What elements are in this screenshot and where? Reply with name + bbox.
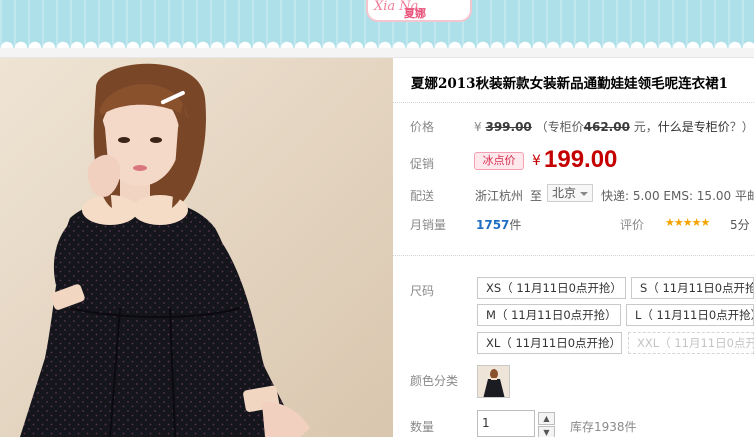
counter-price: 462.00 (583, 120, 630, 134)
product-page: Xia Na 夏娜 夏娜2013秋装新款女装新品通勤娃娃领毛呢连衣裙1 价格 ¥… (0, 0, 754, 437)
sku-divider (393, 255, 754, 256)
counter-price-close: ？） (729, 120, 754, 134)
rating-label: 评价 (620, 218, 645, 232)
yen-symbol: ¥ (474, 120, 482, 134)
product-photo-illustration (0, 58, 393, 437)
color-label: 颜色分类 (410, 374, 459, 388)
original-price-row: ¥ 399.00 （专柜价462.00 元，什么是专柜价？） (474, 118, 754, 135)
price-label: 价格 (410, 120, 435, 134)
size-option-l[interactable]: L（ 11月11日0点开抢） (626, 304, 754, 326)
counter-price-prefix: （专柜价 (535, 120, 584, 134)
original-price: 399.00 (485, 120, 532, 134)
monthly-sales-label: 月销量 (410, 218, 447, 232)
product-main-image[interactable] (0, 58, 393, 437)
counter-price-help-link[interactable]: 什么是专柜价 (658, 120, 730, 134)
shipping-to: 至 (530, 189, 543, 203)
shipping-label: 配送 (410, 189, 435, 203)
monthly-sales: 1757件 (476, 216, 521, 233)
rating-score: 5分 (730, 218, 750, 232)
chevron-down-icon (580, 192, 588, 196)
monthly-sales-count: 1757 (476, 218, 510, 232)
shop-logo[interactable]: Xia Na 夏娜 (366, 0, 472, 22)
promo-price: 199.00 (544, 146, 618, 173)
monthly-sales-unit: 件 (509, 218, 522, 232)
product-info-panel: 夏娜2013秋装新款女装新品通勤娃娃领毛呢连衣裙1 价格 ¥ 399.00 （专… (393, 58, 754, 437)
size-option-m[interactable]: M（ 11月11日0点开抢） (477, 304, 621, 326)
size-option-xl[interactable]: XL（ 11月11日0点开抢） (477, 332, 622, 354)
size-label: 尺码 (410, 284, 435, 298)
promo-yen-symbol: ¥ (532, 153, 541, 169)
rating-stars-icon[interactable]: ★★★★★ (665, 216, 710, 229)
quantity-input[interactable]: 1 (477, 410, 535, 437)
size-option-xxl: XXL（ 11月11日0点开抢） (628, 332, 754, 354)
destination-value: 北京 (552, 186, 577, 200)
counter-price-suffix: 元， (633, 120, 658, 134)
quantity-label: 数量 (410, 420, 435, 434)
nav-gap (0, 48, 754, 58)
color-option-swatch[interactable] (477, 365, 510, 398)
quantity-increase-button[interactable]: ▲ (538, 412, 555, 425)
size-option-s[interactable]: S（ 11月11日0点开抢） (631, 277, 754, 299)
promo-label: 促销 (410, 157, 435, 171)
size-option-xs[interactable]: XS（ 11月11日0点开抢） (477, 277, 626, 299)
shipping-fees: 快递: 5.00 EMS: 15.00 平邮 (601, 189, 754, 203)
title-divider (393, 102, 754, 103)
promo-badge: 冰点价 (474, 152, 524, 170)
stock-count: 库存1938件 (570, 420, 637, 434)
shop-banner: Xia Na 夏娜 (0, 0, 754, 48)
shop-logo-text: 夏娜 (404, 7, 426, 20)
dress-thumbnail-icon (478, 366, 509, 397)
product-title: 夏娜2013秋装新款女装新品通勤娃娃领毛呢连衣裙1 (411, 76, 728, 92)
destination-select[interactable]: 北京 (547, 184, 593, 202)
banner-scallop-border (0, 36, 754, 48)
quantity-decrease-button[interactable]: ▼ (538, 426, 555, 437)
shipping-origin: 浙江杭州 (475, 189, 524, 203)
